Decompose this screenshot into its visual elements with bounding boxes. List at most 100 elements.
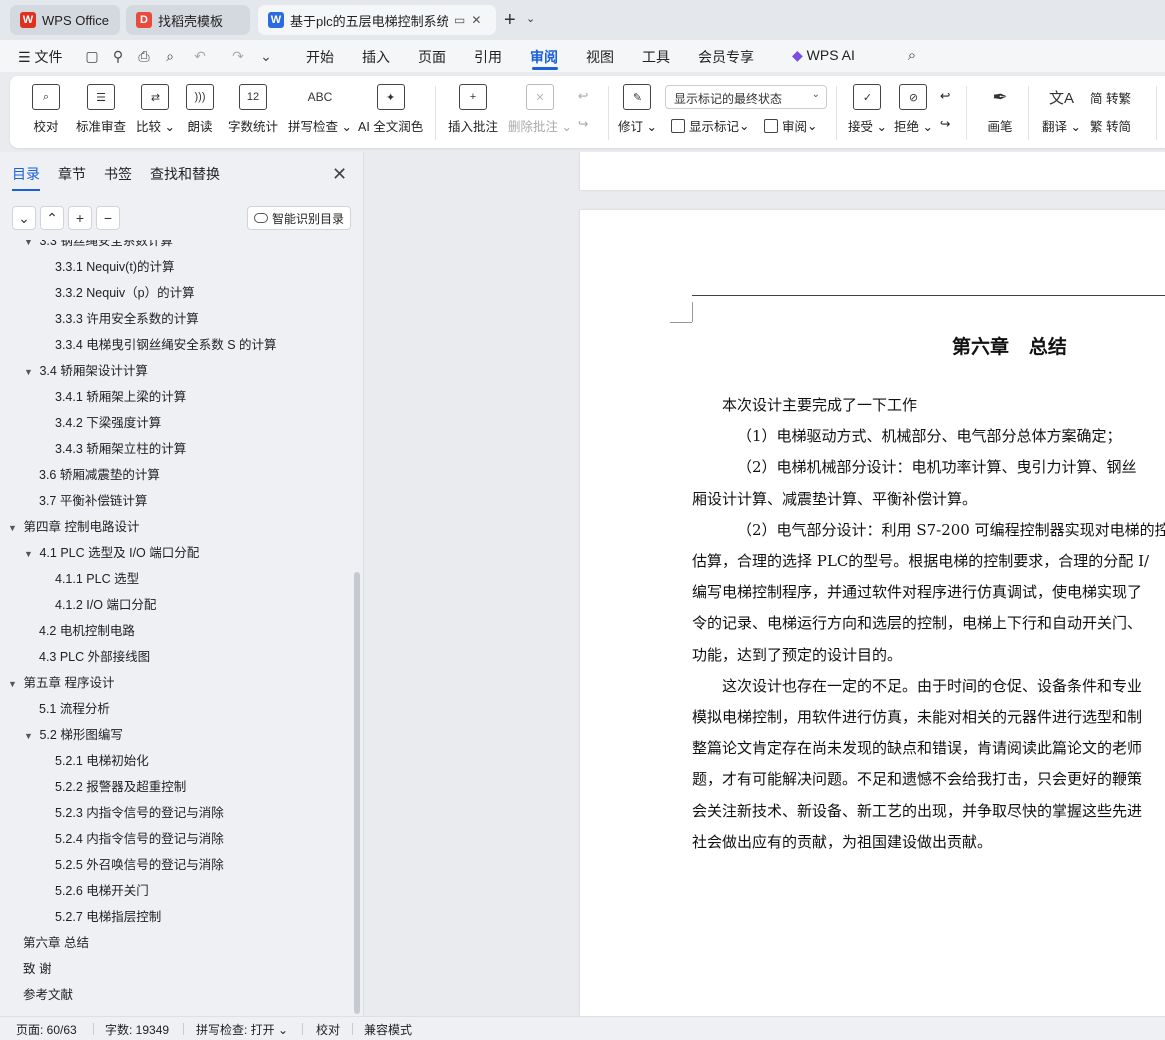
print-preview-icon[interactable]: ⌕ <box>162 48 178 64</box>
toc-item[interactable]: ▼ 3.3 钢丝绳安全系数计算 <box>24 240 173 249</box>
toc-item[interactable]: 5.2.7 电梯指层控制 <box>55 906 161 925</box>
proofread-status[interactable]: 校对 <box>316 1021 340 1038</box>
search-icon[interactable]: ⌕ <box>904 48 920 64</box>
toc-item[interactable]: 5.2.1 电梯初始化 <box>55 750 149 769</box>
read-aloud-button[interactable]: ))) 朗读 <box>186 84 214 140</box>
menu-reference[interactable]: 引用 <box>474 47 502 67</box>
standard-review-button[interactable]: ☰ 标准审查 <box>76 84 126 140</box>
toc-item[interactable]: 第六章 总结 <box>23 932 89 951</box>
menu-insert[interactable]: 插入 <box>362 47 390 67</box>
translate-button[interactable]: 文A 翻译 ⌄ <box>1042 84 1081 140</box>
undo-icon[interactable]: ↶ <box>192 48 208 64</box>
delete-comment-button[interactable]: ✕ 删除批注 ⌄ <box>508 84 572 140</box>
to-simplified-button[interactable]: 繁 转简 <box>1090 116 1131 135</box>
show-markup-button[interactable]: 显示标记 ⌄ <box>671 116 750 135</box>
save-icon[interactable]: ▢ <box>84 48 100 64</box>
ai-polish-button[interactable]: ✦ AI 全文润色 <box>358 84 423 140</box>
close-tab-icon[interactable]: ✕ <box>471 13 481 27</box>
toc-item[interactable]: ▼ 第五章 程序设计 <box>8 672 114 691</box>
toc-item[interactable]: 4.1.2 I/O 端口分配 <box>55 594 156 613</box>
toc-item[interactable]: 3.4.3 轿厢架立柱的计算 <box>55 438 186 457</box>
toc-item[interactable]: 3.4.1 轿厢架上梁的计算 <box>55 386 186 405</box>
previous-change-icon[interactable]: ↩ <box>940 88 950 103</box>
tab-document[interactable]: W 基于plc的五层电梯控制系统设 ▭ ✕ <box>258 5 496 35</box>
previous-comment-icon[interactable]: ↩ <box>578 88 588 103</box>
menu-page[interactable]: 页面 <box>418 47 446 67</box>
toc-item[interactable]: 3.4.2 下梁强度计算 <box>55 412 161 431</box>
menu-review[interactable]: 审阅 <box>530 47 558 67</box>
expand-arrow-icon[interactable]: ▼ <box>24 731 36 741</box>
page-indicator[interactable]: 页面: 60/63 <box>16 1021 77 1038</box>
document-page[interactable]: 第六章 总结 本次设计主要完成了一下工作 （1）电梯驱动方式、机械部分、电气部分总… <box>580 210 1165 1016</box>
toc-item[interactable]: 3.3.3 许用安全系数的计算 <box>55 308 199 327</box>
spell-check-status[interactable]: 拼写检查: 打开 ⌄ <box>196 1021 288 1038</box>
expand-arrow-icon[interactable]: ▼ <box>24 549 36 559</box>
nav-scrollbar[interactable] <box>354 572 360 1014</box>
remove-heading-button[interactable]: − <box>96 206 120 230</box>
close-icon[interactable]: ✕ <box>332 164 347 185</box>
add-heading-button[interactable]: + <box>68 206 92 230</box>
toc-item[interactable]: 5.2.5 外召唤信号的登记与消除 <box>55 854 224 873</box>
menu-member[interactable]: 会员专享 <box>698 47 754 67</box>
proofread-button[interactable]: ⌕ 校对 <box>32 84 60 140</box>
spell-check-button[interactable]: ABC 拼写检查 ⌄ <box>288 84 352 140</box>
collapse-all-button[interactable]: ⌄ <box>12 206 36 230</box>
toc-item[interactable]: 3.3.4 电梯曳引钢丝绳安全系数 S 的计算 <box>55 334 277 353</box>
tab-sections[interactable]: 章节 <box>58 164 86 184</box>
ink-pen-button[interactable]: ✒ 画笔 <box>986 84 1014 140</box>
menu-file[interactable]: ☰ 文件 <box>18 47 62 67</box>
toc-item[interactable]: ▼ 第四章 控制电路设计 <box>8 516 139 535</box>
insert-comment-button[interactable]: + 插入批注 <box>448 84 498 140</box>
toc-item[interactable]: 5.1 流程分析 <box>39 698 110 717</box>
toc-item[interactable]: 参考文献 <box>23 984 73 1003</box>
compare-button[interactable]: ⇄ 比较 ⌄ <box>136 84 175 140</box>
move-up-button[interactable]: ⌃ <box>40 206 64 230</box>
menu-tools[interactable]: 工具 <box>642 47 670 67</box>
share-icon[interactable]: ⚲ <box>110 48 126 64</box>
expand-arrow-icon[interactable]: ▼ <box>24 240 36 247</box>
toc-item[interactable]: 3.7 平衡补偿链计算 <box>39 490 147 509</box>
toc-item[interactable]: ▼ 4.1 PLC 选型及 I/O 端口分配 <box>24 542 199 561</box>
toc-item[interactable]: 3.3.1 Nequiv(t)的计算 <box>55 256 174 275</box>
expand-arrow-icon[interactable]: ▼ <box>24 367 36 377</box>
tab-bookmarks[interactable]: 书签 <box>104 164 132 184</box>
markup-mode-select[interactable]: 显示标记的最终状态 ⌄ <box>665 85 827 109</box>
toc-item[interactable]: 4.3 PLC 外部接线图 <box>39 646 150 665</box>
smart-toc-button[interactable]: 智能识别目录 <box>247 206 351 230</box>
toc-item[interactable]: ▼ 3.4 轿厢架设计计算 <box>24 360 148 379</box>
tab-docer-templates[interactable]: D 找稻壳模板 <box>126 5 250 35</box>
tab-toc[interactable]: 目录 <box>12 164 40 191</box>
tab-find-replace[interactable]: 查找和替换 <box>150 164 220 184</box>
toc-item[interactable]: 5.2.2 报警器及超重控制 <box>55 776 186 795</box>
next-comment-icon[interactable]: ↪ <box>578 116 588 131</box>
tab-wps-office[interactable]: W WPS Office <box>10 5 120 35</box>
word-count-button[interactable]: 12 字数统计 <box>228 84 278 140</box>
monitor-icon[interactable]: ▭ <box>454 13 465 27</box>
toc-item[interactable]: 5.2.6 电梯开关门 <box>55 880 149 899</box>
to-traditional-button[interactable]: 简 转繁 <box>1090 88 1131 107</box>
expand-arrow-icon[interactable]: ▼ <box>8 679 20 689</box>
more-icon[interactable]: ⌄ <box>258 48 274 64</box>
toc-item[interactable]: 4.1.1 PLC 选型 <box>55 568 139 587</box>
revise-button[interactable]: ✎ 修订 ⌄ <box>618 84 657 140</box>
review-pane-button[interactable]: 审阅 ⌄ <box>764 116 818 135</box>
toc-item[interactable]: 5.2.4 内指令信号的登记与消除 <box>55 828 224 847</box>
toc-item[interactable]: 5.2.3 内指令信号的登记与消除 <box>55 802 224 821</box>
menu-start[interactable]: 开始 <box>306 47 334 67</box>
menu-view[interactable]: 视图 <box>586 47 614 67</box>
expand-arrow-icon[interactable]: ▼ <box>8 523 20 533</box>
reject-button[interactable]: ⊘ 拒绝 ⌄ <box>894 84 933 140</box>
accept-button[interactable]: ✓ 接受 ⌄ <box>848 84 887 140</box>
redo-icon[interactable]: ↷ <box>230 48 246 64</box>
menu-wps-ai[interactable]: ◆ WPS AI <box>792 47 855 64</box>
new-tab-icon[interactable]: + <box>504 9 516 32</box>
word-count-indicator[interactable]: 字数: 19349 <box>105 1021 169 1038</box>
chevron-down-icon[interactable]: ⌄ <box>526 12 535 25</box>
print-icon[interactable]: ⎙ <box>136 48 152 64</box>
toc-item[interactable]: 4.2 电机控制电路 <box>39 620 135 639</box>
toc-item[interactable]: 3.3.2 Nequiv（p）的计算 <box>55 282 195 301</box>
toc-item[interactable]: 3.6 轿厢减震垫的计算 <box>39 464 160 483</box>
next-change-icon[interactable]: ↪ <box>940 116 950 131</box>
toc-item[interactable]: 致 谢 <box>23 958 51 977</box>
toc-item[interactable]: ▼ 5.2 梯形图编写 <box>24 724 123 743</box>
